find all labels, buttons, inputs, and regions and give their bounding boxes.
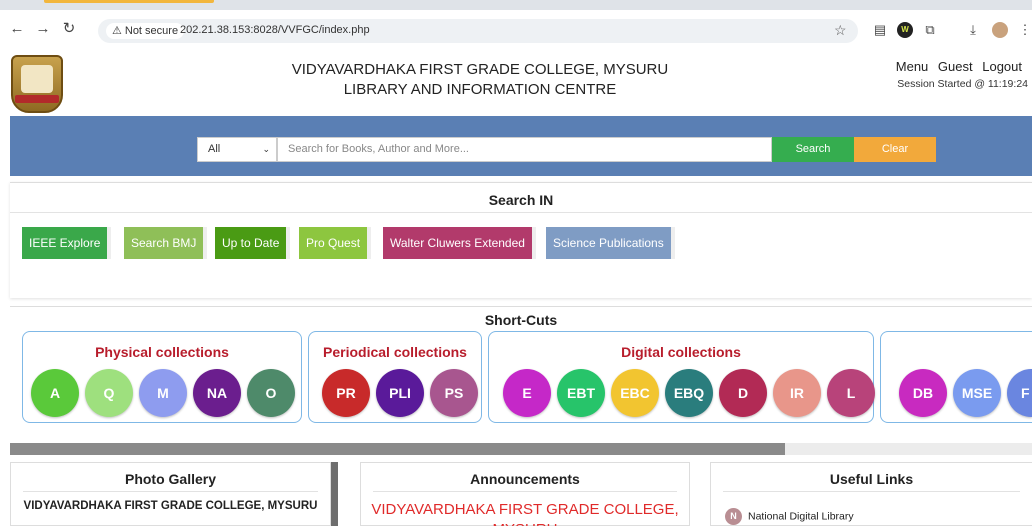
search-in-button[interactable]: Science Publications: [546, 227, 675, 259]
reading-list-icon[interactable]: ▤: [872, 22, 888, 38]
search-in-title: Search IN: [488, 192, 554, 208]
photo-gallery-card: Photo Gallery VIDYAVARDHAKA FIRST GRADE …: [10, 462, 331, 526]
shortcut-group-title: Physical collections: [95, 344, 229, 360]
divider: [723, 491, 1020, 492]
search-input[interactable]: Search for Books, Author and More...: [277, 137, 772, 162]
search-in-button[interactable]: Walter Cluwers Extended: [383, 227, 536, 259]
search-scope-select[interactable]: All ⌄: [197, 137, 277, 162]
search-bar-band: All ⌄ Search for Books, Author and More.…: [10, 116, 1032, 176]
scrollbar-thumb[interactable]: [10, 443, 785, 455]
shortcut-circle-ebt[interactable]: EBT: [557, 369, 605, 417]
session-status: Session Started @ 11:19:24: [897, 78, 1028, 90]
search-button[interactable]: Search: [772, 137, 854, 162]
shortcut-group-title: Digital collections: [621, 344, 741, 360]
shortcut-circle-q[interactable]: Q: [85, 369, 133, 417]
shortcuts-title: Short-Cuts: [484, 312, 558, 328]
menu-link[interactable]: Menu: [896, 59, 929, 74]
logo-ribbon: [15, 95, 59, 103]
useful-link-item[interactable]: N National Digital Library: [725, 508, 854, 525]
active-tab-indicator: [44, 0, 214, 3]
useful-link-label[interactable]: National Digital Library: [748, 510, 854, 522]
user-menu: Menu Guest Logout: [890, 59, 1022, 74]
puzzle-extensions-icon[interactable]: ⧉: [922, 22, 938, 38]
announcements-card: Announcements VIDYAVARDHAKA FIRST GRADE …: [360, 462, 690, 526]
download-icon[interactable]: ⤓: [965, 22, 981, 38]
shortcut-circle-mse[interactable]: MSE: [953, 369, 1001, 417]
guest-link[interactable]: Guest: [938, 59, 973, 74]
shortcut-group: [880, 331, 1032, 423]
security-indicator[interactable]: ⚠ Not secure: [106, 23, 185, 39]
forward-arrow-icon[interactable]: →: [34, 20, 52, 38]
chevron-down-icon: ⌄: [262, 144, 270, 154]
clear-button[interactable]: Clear: [854, 137, 936, 162]
search-in-button[interactable]: Up to Date: [215, 227, 291, 259]
url-text[interactable]: 202.21.38.153:8028/VVFGC/index.php: [180, 24, 370, 36]
college-logo: [11, 55, 63, 113]
useful-links-card: Useful Links N National Digital Library: [710, 462, 1032, 526]
warning-icon: ⚠: [112, 25, 122, 37]
back-arrow-icon[interactable]: ←: [8, 20, 26, 38]
divider: [373, 491, 677, 492]
horizontal-scrollbar[interactable]: [10, 443, 1032, 455]
college-name: VIDYAVARDHAKA FIRST GRADE COLLEGE, MYSUR…: [291, 61, 669, 78]
library-subtitle: LIBRARY AND INFORMATION CENTRE: [343, 81, 617, 98]
security-label: Not secure: [124, 25, 179, 37]
shortcut-circle-ebq[interactable]: EBQ: [665, 369, 713, 417]
shortcut-circle-pli[interactable]: PLI: [376, 369, 424, 417]
scope-value: All: [208, 143, 221, 155]
gallery-scrollbar[interactable]: [331, 462, 338, 526]
divider: [23, 491, 318, 492]
shortcut-circle-db[interactable]: DB: [899, 369, 947, 417]
more-menu-icon[interactable]: ⋮: [1017, 22, 1032, 38]
logo-crest: [21, 65, 53, 93]
search-in-button[interactable]: Pro Quest: [299, 227, 372, 259]
announcements-title: Announcements: [470, 471, 580, 487]
logout-link[interactable]: Logout: [982, 59, 1022, 74]
shortcut-group-title: Periodical collections: [323, 344, 467, 360]
shortcut-circle-m[interactable]: M: [139, 369, 187, 417]
browser-chrome: ← → ↻ ⚠ Not secure 202.21.38.153:8028/VVF…: [0, 0, 1032, 44]
shortcut-circle-pr[interactable]: PR: [322, 369, 370, 417]
divider: [10, 212, 1032, 213]
link-badge-icon: N: [725, 508, 742, 525]
address-bar[interactable]: ⚠ Not secure 202.21.38.153:8028/VVFGC/ind…: [98, 19, 858, 43]
photo-gallery-title: Photo Gallery: [124, 471, 217, 487]
shortcut-circle-o[interactable]: O: [247, 369, 295, 417]
shortcut-circle-na[interactable]: NA: [193, 369, 241, 417]
shortcut-circle-ebc[interactable]: EBC: [611, 369, 659, 417]
gallery-caption: VIDYAVARDHAKA FIRST GRADE COLLEGE, MYSUR…: [23, 500, 318, 512]
shortcut-circle-l[interactable]: L: [827, 369, 875, 417]
extension-icon[interactable]: W: [897, 22, 913, 38]
search-in-button[interactable]: Search BMJ: [124, 227, 208, 259]
profile-avatar-icon[interactable]: [992, 22, 1008, 38]
shortcut-circle-e[interactable]: E: [503, 369, 551, 417]
bookmark-star-icon[interactable]: ☆: [834, 22, 847, 39]
shortcut-circle-a[interactable]: A: [31, 369, 79, 417]
page-title: VIDYAVARDHAKA FIRST GRADE COLLEGE, MYSUR…: [230, 60, 730, 100]
announcement-text: VIDYAVARDHAKA FIRST GRADE COLLEGE, MYSUR…: [371, 501, 679, 526]
shortcut-circle-d[interactable]: D: [719, 369, 767, 417]
shortcut-circle-ir[interactable]: IR: [773, 369, 821, 417]
reload-icon[interactable]: ↻: [60, 20, 78, 38]
shortcut-circle-ps[interactable]: PS: [430, 369, 478, 417]
search-in-button[interactable]: IEEE Explore: [22, 227, 112, 259]
useful-links-title: Useful Links: [829, 471, 914, 487]
